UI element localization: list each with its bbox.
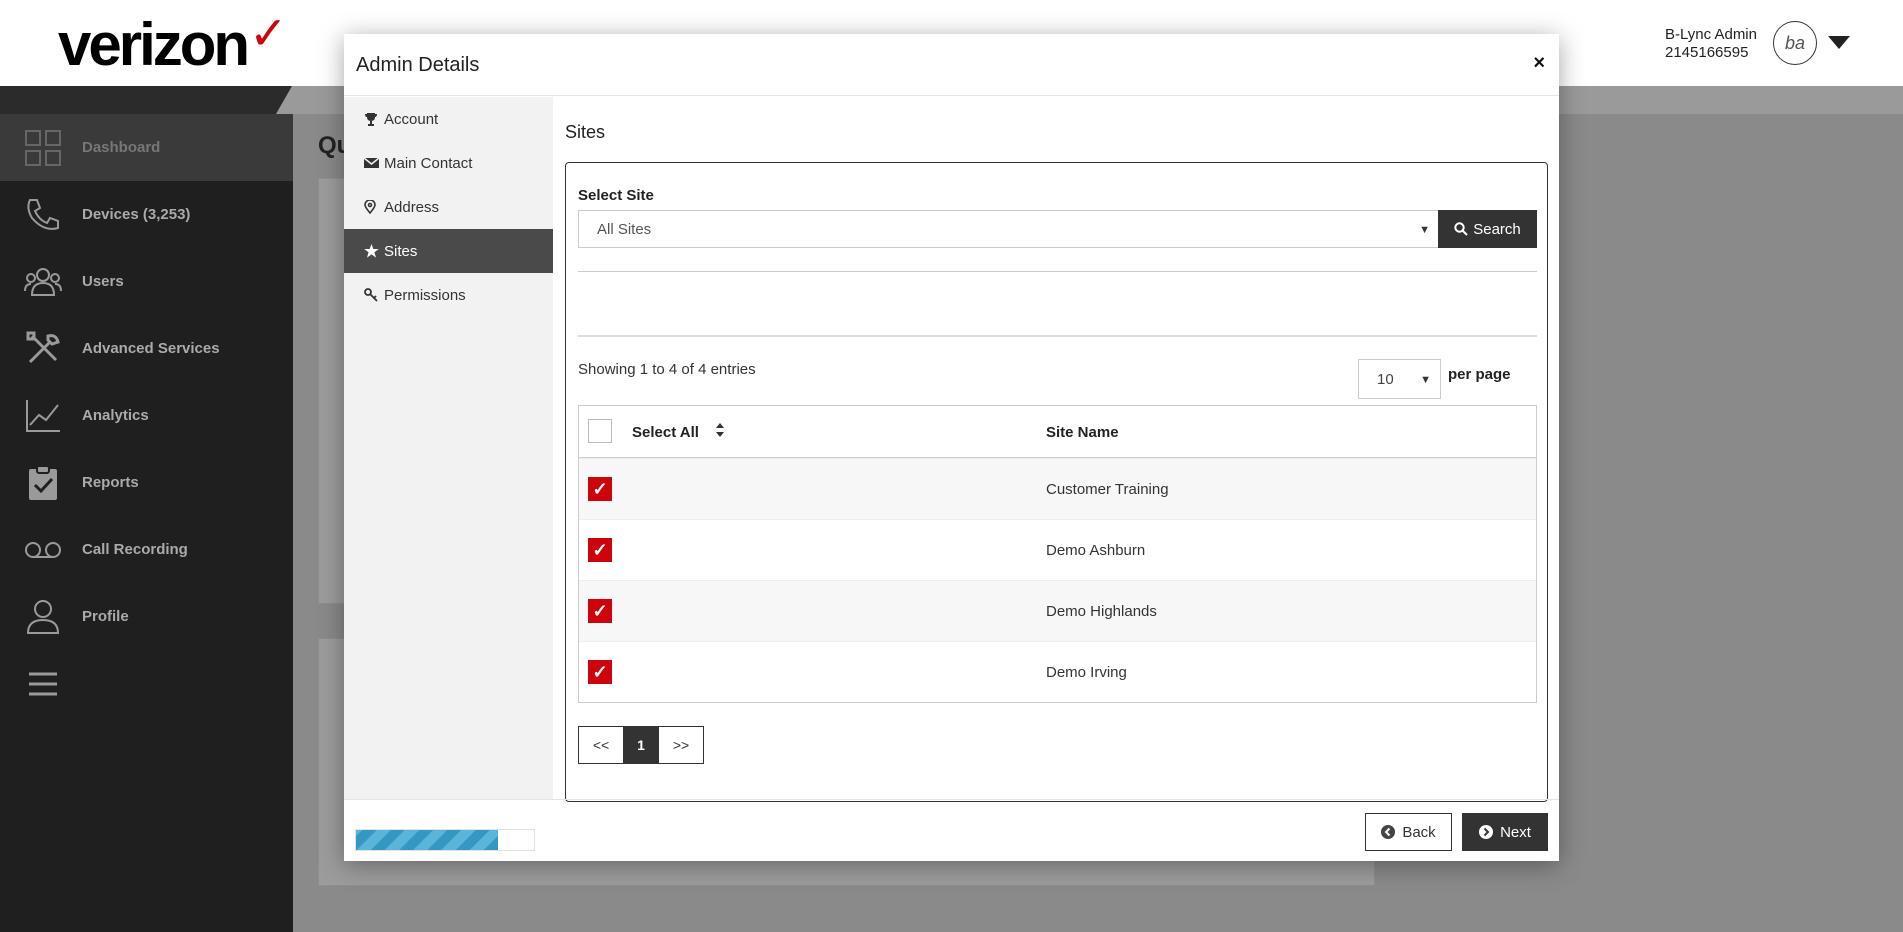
clipboard-icon bbox=[29, 464, 57, 500]
per-page-select[interactable]: 10 ▼ bbox=[1358, 359, 1441, 399]
search-icon bbox=[1454, 222, 1468, 236]
modal-nav-permissions[interactable]: Permissions bbox=[344, 273, 553, 317]
modal-body: Sites Select Site All Sites ▼ Search Sho… bbox=[553, 97, 1559, 802]
star-icon bbox=[364, 244, 379, 258]
admin-details-modal: Admin Details × Account Main Contact Add… bbox=[344, 34, 1559, 861]
hamburger-icon bbox=[29, 672, 57, 695]
user-menu-caret-icon[interactable] bbox=[1828, 36, 1850, 49]
sidebar-item-users[interactable]: Users bbox=[0, 248, 293, 315]
row-checkbox[interactable]: ✓ bbox=[588, 599, 612, 623]
sort-icon[interactable] bbox=[715, 422, 725, 438]
users-icon bbox=[24, 267, 62, 296]
tools-icon bbox=[26, 331, 60, 363]
key-icon bbox=[364, 288, 378, 302]
modal-side-nav: Account Main Contact Address Sites Permi… bbox=[344, 97, 553, 851]
column-header-select-all: Select All bbox=[632, 424, 699, 441]
voicemail-icon bbox=[25, 541, 61, 558]
sidebar-item-devices[interactable]: Devices (3,253) bbox=[0, 181, 293, 248]
table-row: ✓ Customer Training bbox=[579, 458, 1536, 519]
analytics-icon bbox=[26, 399, 60, 432]
select-site-label: Select Site bbox=[578, 187, 654, 204]
pagination-prev[interactable]: << bbox=[579, 727, 623, 763]
site-name-cell: Demo Irving bbox=[1046, 664, 1127, 681]
section-title: Sites bbox=[565, 122, 606, 142]
row-checkbox[interactable]: ✓ bbox=[588, 660, 612, 684]
modal-nav-account[interactable]: Account bbox=[344, 97, 553, 141]
sidebar: Dashboard Devices (3,253) Users Advanced… bbox=[0, 114, 293, 932]
dashboard-icon bbox=[25, 129, 61, 166]
sidebar-item-advanced-services[interactable]: Advanced Services bbox=[0, 315, 293, 382]
trophy-icon bbox=[365, 113, 377, 126]
map-marker-icon bbox=[364, 200, 376, 214]
table-row: ✓ Demo Irving bbox=[579, 641, 1536, 702]
sidebar-item-dashboard[interactable]: Dashboard bbox=[0, 114, 293, 181]
chevron-down-icon: ▼ bbox=[1419, 224, 1430, 236]
sidebar-item-call-recording[interactable]: Call Recording bbox=[0, 516, 293, 583]
column-header-site-name[interactable]: Site Name bbox=[1046, 424, 1119, 441]
search-button[interactable]: Search bbox=[1438, 210, 1537, 248]
sites-table: Select All Site Name ✓ Customer Training… bbox=[578, 405, 1537, 703]
avatar[interactable]: ba bbox=[1773, 21, 1817, 65]
select-all-checkbox[interactable] bbox=[588, 419, 612, 443]
profile-icon bbox=[26, 599, 60, 634]
pagination-page-current[interactable]: 1 bbox=[623, 727, 659, 763]
user-info: B-Lync Admin 2145166595 bbox=[1665, 26, 1757, 62]
modal-title: Admin Details bbox=[356, 54, 480, 76]
divider bbox=[578, 271, 1537, 272]
back-arrow-icon bbox=[1381, 825, 1396, 839]
modal-nav-main-contact[interactable]: Main Contact bbox=[344, 141, 553, 185]
next-button[interactable]: Next bbox=[1462, 813, 1548, 851]
table-header-row: Select All Site Name bbox=[579, 406, 1536, 458]
modal-footer: Back Next bbox=[344, 799, 1559, 861]
sidebar-item-analytics[interactable]: Analytics bbox=[0, 382, 293, 449]
site-name-cell: Customer Training bbox=[1046, 481, 1169, 498]
back-button[interactable]: Back bbox=[1365, 813, 1452, 851]
row-checkbox[interactable]: ✓ bbox=[588, 538, 612, 562]
table-row: ✓ Demo Ashburn bbox=[579, 519, 1536, 580]
sidebar-item-reports[interactable]: Reports bbox=[0, 449, 293, 516]
verizon-logo[interactable]: verizon✓ bbox=[58, 7, 288, 79]
sidebar-item-profile[interactable]: Profile bbox=[0, 583, 293, 650]
pagination-next[interactable]: >> bbox=[659, 727, 703, 763]
site-name-cell: Demo Highlands bbox=[1046, 603, 1157, 620]
site-name-cell: Demo Ashburn bbox=[1046, 542, 1146, 559]
next-arrow-icon bbox=[1479, 825, 1494, 839]
divider bbox=[578, 335, 1537, 337]
site-select[interactable]: All Sites ▼ bbox=[578, 210, 1438, 248]
envelope-icon bbox=[364, 157, 379, 168]
phone-icon bbox=[27, 198, 59, 230]
user-name: B-Lync Admin bbox=[1665, 26, 1757, 43]
table-row: ✓ Demo Highlands bbox=[579, 580, 1536, 641]
modal-nav-sites[interactable]: Sites bbox=[344, 229, 553, 273]
row-checkbox[interactable]: ✓ bbox=[588, 477, 612, 501]
chevron-down-icon: ▼ bbox=[1420, 374, 1431, 386]
pagination: << 1 >> bbox=[578, 726, 704, 764]
entries-info: Showing 1 to 4 of 4 entries bbox=[578, 361, 756, 378]
modal-header: Admin Details × bbox=[344, 34, 1559, 96]
close-icon[interactable]: × bbox=[1533, 52, 1545, 75]
sites-panel: Select Site All Sites ▼ Search Showing 1… bbox=[565, 162, 1548, 802]
sidebar-menu-toggle[interactable] bbox=[0, 650, 293, 717]
modal-nav-address[interactable]: Address bbox=[344, 185, 553, 229]
user-phone: 2145166595 bbox=[1665, 44, 1749, 61]
per-page-label: per page bbox=[1448, 366, 1511, 383]
